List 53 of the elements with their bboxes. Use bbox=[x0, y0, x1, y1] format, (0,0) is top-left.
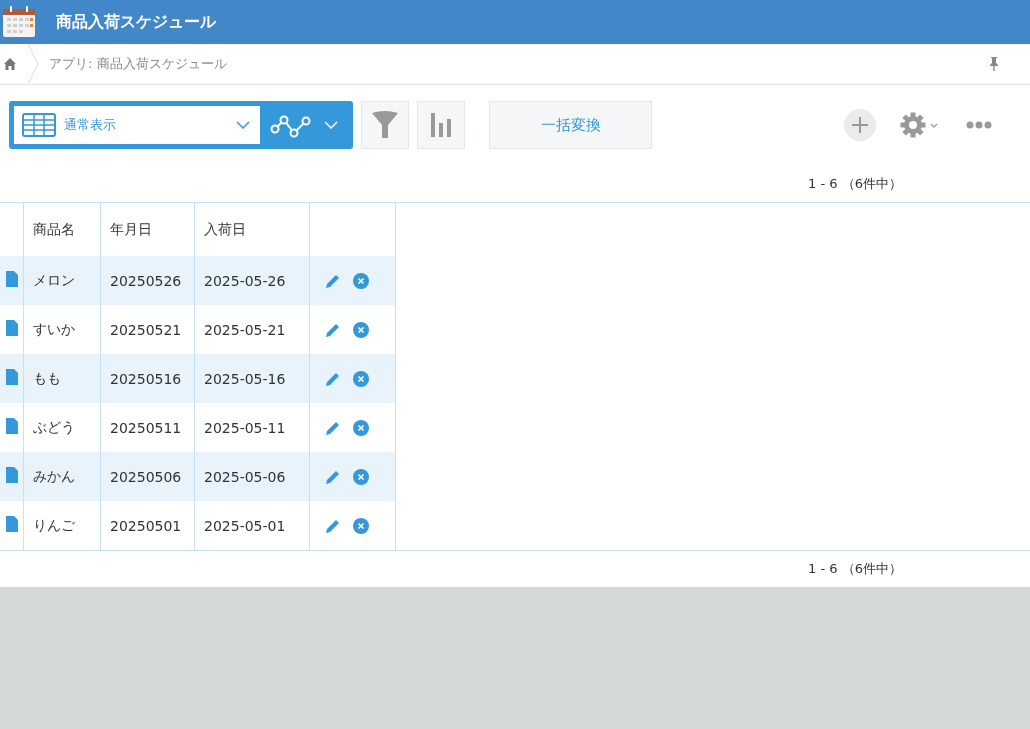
document-icon[interactable] bbox=[6, 516, 18, 532]
table-cell: 20250501 bbox=[100, 501, 195, 550]
chevron-down-icon bbox=[236, 121, 250, 129]
document-icon[interactable] bbox=[6, 369, 18, 385]
bar-chart-icon bbox=[431, 113, 451, 137]
delete-icon[interactable] bbox=[353, 322, 369, 338]
pencil-icon[interactable] bbox=[325, 322, 341, 338]
more-button[interactable] bbox=[966, 121, 992, 129]
chevron-down-icon bbox=[324, 121, 338, 129]
table-icon bbox=[22, 113, 56, 137]
table-cell: メロン bbox=[23, 256, 101, 305]
breadcrumb-link[interactable]: アプリ: 商品入荷スケジュール bbox=[49, 55, 227, 73]
delete-icon[interactable] bbox=[353, 518, 369, 534]
table-cell: 2025-05-01 bbox=[194, 501, 310, 550]
table-cell: みかん bbox=[23, 452, 101, 501]
document-icon[interactable] bbox=[6, 271, 18, 287]
record-count: 1 - 6 （6件中） bbox=[808, 174, 902, 193]
document-icon[interactable] bbox=[6, 467, 18, 483]
calendar-icon bbox=[2, 5, 36, 39]
settings-icon bbox=[900, 112, 926, 138]
table-cell: 2025-05-06 bbox=[194, 452, 310, 501]
ellipsis-icon bbox=[966, 121, 992, 129]
chart-button[interactable] bbox=[417, 101, 465, 149]
document-icon[interactable] bbox=[6, 320, 18, 336]
plus-icon bbox=[852, 117, 868, 133]
delete-icon[interactable] bbox=[353, 469, 369, 485]
add-button[interactable] bbox=[844, 109, 876, 141]
delete-icon[interactable] bbox=[353, 420, 369, 436]
pencil-icon[interactable] bbox=[325, 273, 341, 289]
table-cell: もも bbox=[23, 354, 101, 403]
table-cell: 20250526 bbox=[100, 256, 195, 305]
table-cell: 20250516 bbox=[100, 354, 195, 403]
document-icon[interactable] bbox=[6, 418, 18, 434]
funnel-icon bbox=[371, 110, 399, 140]
table-cell: 20250506 bbox=[100, 452, 195, 501]
settings-button[interactable] bbox=[900, 112, 938, 138]
pencil-icon[interactable] bbox=[325, 420, 341, 436]
record-count: 1 - 6 （6件中） bbox=[808, 560, 902, 578]
table-cell: 2025-05-26 bbox=[194, 256, 310, 305]
pin-icon[interactable] bbox=[988, 56, 1000, 72]
home-icon[interactable] bbox=[3, 57, 17, 71]
delete-icon[interactable] bbox=[353, 371, 369, 387]
table-cell: りんご bbox=[23, 501, 101, 550]
bulk-convert-button[interactable]: 一括変換 bbox=[489, 101, 652, 149]
filter-button[interactable] bbox=[361, 101, 409, 149]
delete-icon[interactable] bbox=[353, 273, 369, 289]
chevron-down-icon bbox=[930, 122, 938, 128]
view-dropdown[interactable]: 通常表示 bbox=[14, 106, 260, 144]
table-cell: 2025-05-16 bbox=[194, 354, 310, 403]
app-title: 商品入荷スケジュール bbox=[56, 11, 216, 33]
pencil-icon[interactable] bbox=[325, 518, 341, 534]
pencil-icon[interactable] bbox=[325, 371, 341, 387]
pencil-icon[interactable] bbox=[325, 469, 341, 485]
